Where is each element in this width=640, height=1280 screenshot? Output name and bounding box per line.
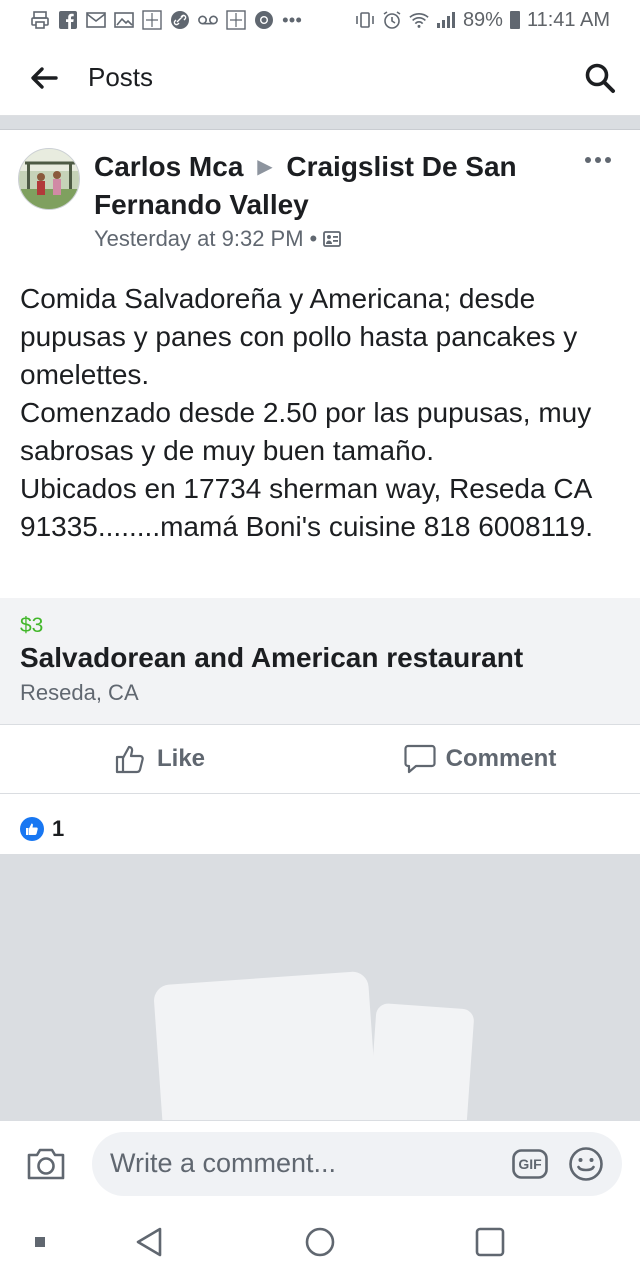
comment-input-wrapper: GIF: [92, 1131, 622, 1196]
dazn-icon: [142, 10, 162, 30]
post-paragraph: Comenzado desde 2.50 por las pupusas, mu…: [20, 397, 592, 466]
post-header: Carlos Mca ▶ Craigslist De San Fernando …: [0, 130, 640, 270]
avatar-image-icon: [19, 149, 79, 209]
chrome-icon: [254, 10, 274, 30]
triangle-back-icon: [136, 1227, 162, 1257]
post-body: Comida Salvadoreña y Americana; desde pu…: [20, 280, 630, 546]
wifi-icon: [409, 10, 429, 30]
post-options-button[interactable]: [578, 148, 618, 172]
status-bar: 89% 11:41 AM: [0, 0, 640, 40]
system-status: 89% 11:41 AM: [355, 9, 610, 32]
page-title: Posts: [88, 62, 154, 92]
listing-location: Reseda, CA: [20, 680, 139, 705]
alarm-icon: [382, 10, 402, 30]
more-dots-icon: [282, 10, 302, 30]
nav-back-button[interactable]: [131, 1224, 167, 1260]
nav-home-button[interactable]: [302, 1224, 338, 1260]
system-nav-bar: [0, 1206, 640, 1280]
battery-percent: 89%: [462, 8, 503, 31]
post-paragraph: Comida Salvadoreña y Americana; desde pu…: [20, 283, 578, 390]
printer-icon: [30, 10, 50, 30]
post-paragraph: Ubicados en 17734 sherman way, Reseda CA…: [20, 473, 593, 542]
small-square-icon: [35, 1237, 45, 1247]
post-meta: Yesterday at 9:32 PM •: [94, 226, 342, 252]
more-dot-icon: [585, 157, 591, 163]
more-dot-icon: [605, 157, 611, 163]
like-label: Like: [156, 745, 206, 772]
search-icon: [585, 63, 615, 93]
listing-price: $3: [20, 614, 44, 637]
meta-separator: •: [309, 226, 318, 251]
battery-icon: [509, 11, 520, 29]
reactions-summary[interactable]: 1: [20, 816, 64, 842]
comment-button[interactable]: Comment: [320, 725, 640, 793]
post-timestamp[interactable]: Yesterday at 9:32 PM: [94, 226, 304, 252]
voicemail-icon: [198, 10, 218, 30]
search-button[interactable]: [560, 40, 640, 116]
gif-icon: GIF: [512, 1148, 548, 1179]
marketplace-listing[interactable]: $3 Salvadorean and American restaurant R…: [0, 598, 640, 724]
gif-label: GIF: [518, 1156, 542, 1172]
signal-icon: [436, 10, 456, 30]
clock: 11:41 AM: [526, 8, 610, 31]
back-button[interactable]: [0, 40, 88, 116]
comment-label: Comment: [445, 745, 557, 772]
avatar[interactable]: [18, 148, 80, 210]
camera-button[interactable]: [0, 1121, 92, 1207]
circle-home-icon: [305, 1227, 335, 1257]
image-placeholder-icon: [154, 971, 474, 1120]
listing-title: Salvadorean and American restaurant: [20, 642, 524, 673]
author-name[interactable]: Carlos Mca: [94, 151, 243, 182]
photos-icon: [114, 10, 134, 30]
comment-composer: GIF: [0, 1120, 640, 1206]
comment-bubble-icon: [404, 744, 436, 774]
arrow-left-icon: [31, 66, 58, 89]
square-recents-icon: [475, 1227, 505, 1257]
smiley-icon: [569, 1146, 603, 1181]
gif-button[interactable]: GIF: [512, 1148, 548, 1180]
post-author-line: Carlos Mca ▶ Craigslist De San Fernando …: [94, 148, 554, 223]
comment-input[interactable]: [110, 1148, 490, 1179]
action-bar: Like Comment: [0, 724, 640, 794]
like-button[interactable]: Like: [0, 725, 320, 793]
vibrate-icon: [355, 10, 375, 30]
nav-recents-button[interactable]: [472, 1224, 508, 1260]
thumbs-up-icon: [115, 745, 144, 774]
reaction-count: 1: [52, 816, 65, 841]
app-header: Posts: [0, 40, 640, 116]
header-divider: [0, 116, 640, 130]
facebook-icon: [58, 10, 78, 30]
group-privacy-icon: [323, 231, 342, 247]
more-dot-icon: [595, 157, 601, 163]
nav-menu-button[interactable]: [22, 1224, 58, 1260]
triangle-right-icon: ▶: [257, 156, 273, 178]
camera-icon: [27, 1148, 65, 1179]
gmail-icon: [86, 10, 106, 30]
dazn-icon: [226, 10, 246, 30]
emoji-button[interactable]: [568, 1146, 604, 1182]
link-icon: [170, 10, 190, 30]
like-reaction-icon: [20, 817, 44, 841]
photo-placeholder[interactable]: [0, 854, 640, 1120]
notification-icons: [30, 10, 302, 30]
